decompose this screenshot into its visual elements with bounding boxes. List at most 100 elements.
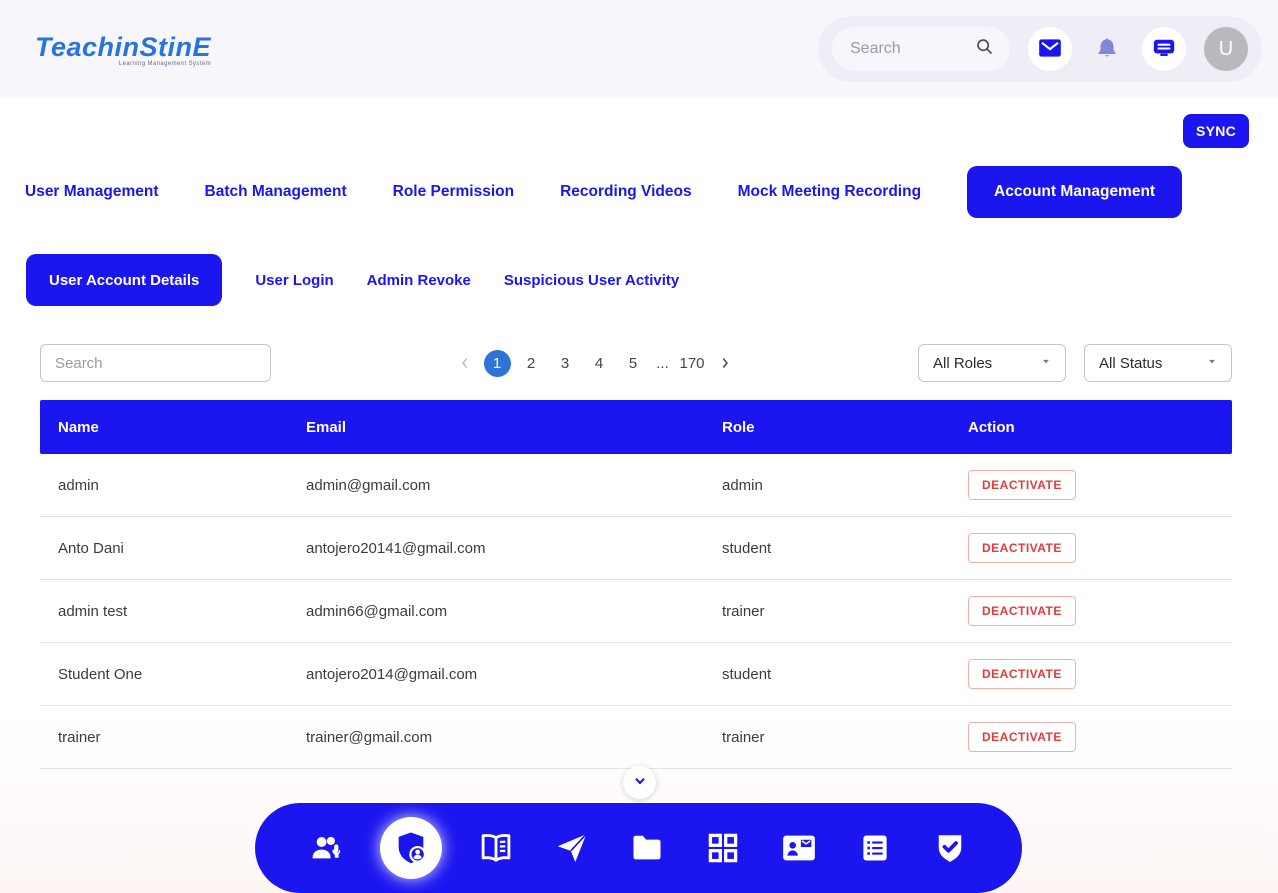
roles-filter-value: All Roles — [933, 355, 992, 372]
paper-plane-icon — [554, 830, 590, 866]
tab-recording-videos[interactable]: Recording Videos — [560, 183, 692, 201]
grid-icon — [705, 830, 741, 866]
table-row: admin admin@gmail.com admin DEACTIVATE — [40, 454, 1232, 517]
chat-display-icon — [1151, 35, 1177, 64]
deactivate-button[interactable]: DEACTIVATE — [968, 533, 1076, 563]
table-controls: 1 2 3 4 5 ... 170 All Roles All Status — [40, 344, 1232, 382]
column-header-email: Email — [288, 419, 704, 436]
mail-icon — [1037, 35, 1063, 64]
page-button-4[interactable]: 4 — [586, 350, 613, 377]
nav-apps-grid-button[interactable] — [701, 826, 745, 870]
app-logo: TeachinStinE Learning Management System — [35, 32, 211, 67]
nav-folder-button[interactable] — [625, 826, 669, 870]
nav-shield-check-button[interactable] — [928, 826, 972, 870]
cell-role: trainer — [704, 729, 950, 746]
search-icon — [974, 36, 996, 63]
bottom-navigation — [255, 803, 1022, 893]
subtab-suspicious-user-activity[interactable]: Suspicious User Activity — [504, 272, 679, 289]
nav-course-book-button[interactable] — [474, 826, 518, 870]
pagination-ellipsis: ... — [654, 355, 672, 372]
tab-user-management[interactable]: User Management — [25, 183, 159, 201]
cell-name: Student One — [40, 666, 288, 683]
column-header-name: Name — [40, 419, 288, 436]
cell-name: trainer — [40, 729, 288, 746]
header-search-input[interactable] — [850, 40, 970, 58]
cell-name: admin — [40, 477, 288, 494]
pagination-wrap: 1 2 3 4 5 ... 170 — [271, 350, 918, 377]
nav-contact-mail-button[interactable] — [777, 826, 821, 870]
column-header-action: Action — [950, 419, 1232, 436]
header-actions: U — [818, 16, 1262, 82]
page-button-5[interactable]: 5 — [620, 350, 647, 377]
tab-account-management[interactable]: Account Management — [967, 166, 1182, 218]
table-header-row: Name Email Role Action — [40, 400, 1232, 454]
folder-icon — [629, 830, 665, 866]
chevron-down-icon — [1205, 354, 1219, 372]
contact-card-icon — [780, 829, 818, 867]
pagination-prev-button[interactable] — [453, 351, 477, 375]
sync-button[interactable]: SYNC — [1183, 114, 1249, 148]
top-header: TeachinStinE Learning Management System — [0, 0, 1278, 98]
nav-shield-user-button[interactable] — [380, 817, 442, 879]
page-button-3[interactable]: 3 — [552, 350, 579, 377]
nav-users-voice-button[interactable] — [305, 826, 349, 870]
open-book-icon — [478, 830, 514, 866]
chevron-down-icon — [1039, 354, 1053, 372]
subtab-user-login[interactable]: User Login — [255, 272, 333, 289]
subtab-admin-revoke[interactable]: Admin Revoke — [367, 272, 471, 289]
scroll-down-button[interactable] — [623, 766, 656, 799]
deactivate-button[interactable]: DEACTIVATE — [968, 470, 1076, 500]
mail-button[interactable] — [1028, 27, 1072, 71]
page: TeachinStinE Learning Management System — [0, 0, 1278, 893]
cell-email: antojero20141@gmail.com — [288, 540, 704, 557]
status-filter-value: All Status — [1099, 355, 1162, 372]
shield-check-icon — [932, 830, 968, 866]
shield-user-icon — [392, 829, 430, 867]
page-button-2[interactable]: 2 — [518, 350, 545, 377]
filter-dropdowns: All Roles All Status — [918, 344, 1232, 382]
pagination-next-button[interactable] — [713, 351, 737, 375]
cell-email: admin66@gmail.com — [288, 603, 704, 620]
deactivate-button[interactable]: DEACTIVATE — [968, 659, 1076, 689]
tab-mock-meeting-recording[interactable]: Mock Meeting Recording — [738, 183, 921, 201]
accounts-table: Name Email Role Action admin admin@gmail… — [40, 400, 1232, 769]
tab-role-permission[interactable]: Role Permission — [393, 183, 514, 201]
table-search-input[interactable] — [40, 344, 271, 382]
cell-email: trainer@gmail.com — [288, 729, 704, 746]
tab-batch-management[interactable]: Batch Management — [205, 183, 347, 201]
header-search[interactable] — [832, 27, 1010, 71]
table-row: trainer trainer@gmail.com trainer DEACTI… — [40, 706, 1232, 769]
cell-name: admin test — [40, 603, 288, 620]
nav-form-list-button[interactable] — [853, 826, 897, 870]
app-logo-tagline: Learning Management System — [119, 61, 211, 67]
user-avatar[interactable]: U — [1204, 27, 1248, 71]
nav-send-button[interactable] — [550, 826, 594, 870]
cell-name: Anto Dani — [40, 540, 288, 557]
table-row: admin test admin66@gmail.com trainer DEA… — [40, 580, 1232, 643]
messages-button[interactable] — [1142, 27, 1186, 71]
notifications-button[interactable] — [1090, 29, 1124, 69]
pagination: 1 2 3 4 5 ... 170 — [453, 350, 737, 377]
deactivate-button[interactable]: DEACTIVATE — [968, 722, 1076, 752]
app-logo-title: TeachinStinE — [35, 32, 211, 63]
table-row: Student One antojero2014@gmail.com stude… — [40, 643, 1232, 706]
cell-role: student — [704, 540, 950, 557]
roles-filter-dropdown[interactable]: All Roles — [918, 344, 1066, 382]
table-row: Anto Dani antojero20141@gmail.com studen… — [40, 517, 1232, 580]
chevron-down-icon — [630, 771, 650, 794]
cell-role: admin — [704, 477, 950, 494]
cell-email: admin@gmail.com — [288, 477, 704, 494]
page-button-170[interactable]: 170 — [679, 350, 706, 377]
users-voice-icon — [309, 830, 345, 866]
bell-icon — [1094, 35, 1120, 64]
cell-role: trainer — [704, 603, 950, 620]
sub-tabs: User Account Details User Login Admin Re… — [26, 254, 679, 306]
list-icon — [858, 831, 892, 865]
status-filter-dropdown[interactable]: All Status — [1084, 344, 1232, 382]
subtab-user-account-details[interactable]: User Account Details — [26, 254, 222, 306]
deactivate-button[interactable]: DEACTIVATE — [968, 596, 1076, 626]
main-tabs: User Management Batch Management Role Pe… — [25, 166, 1253, 218]
cell-role: student — [704, 666, 950, 683]
column-header-role: Role — [704, 419, 950, 436]
page-button-1[interactable]: 1 — [484, 350, 511, 377]
